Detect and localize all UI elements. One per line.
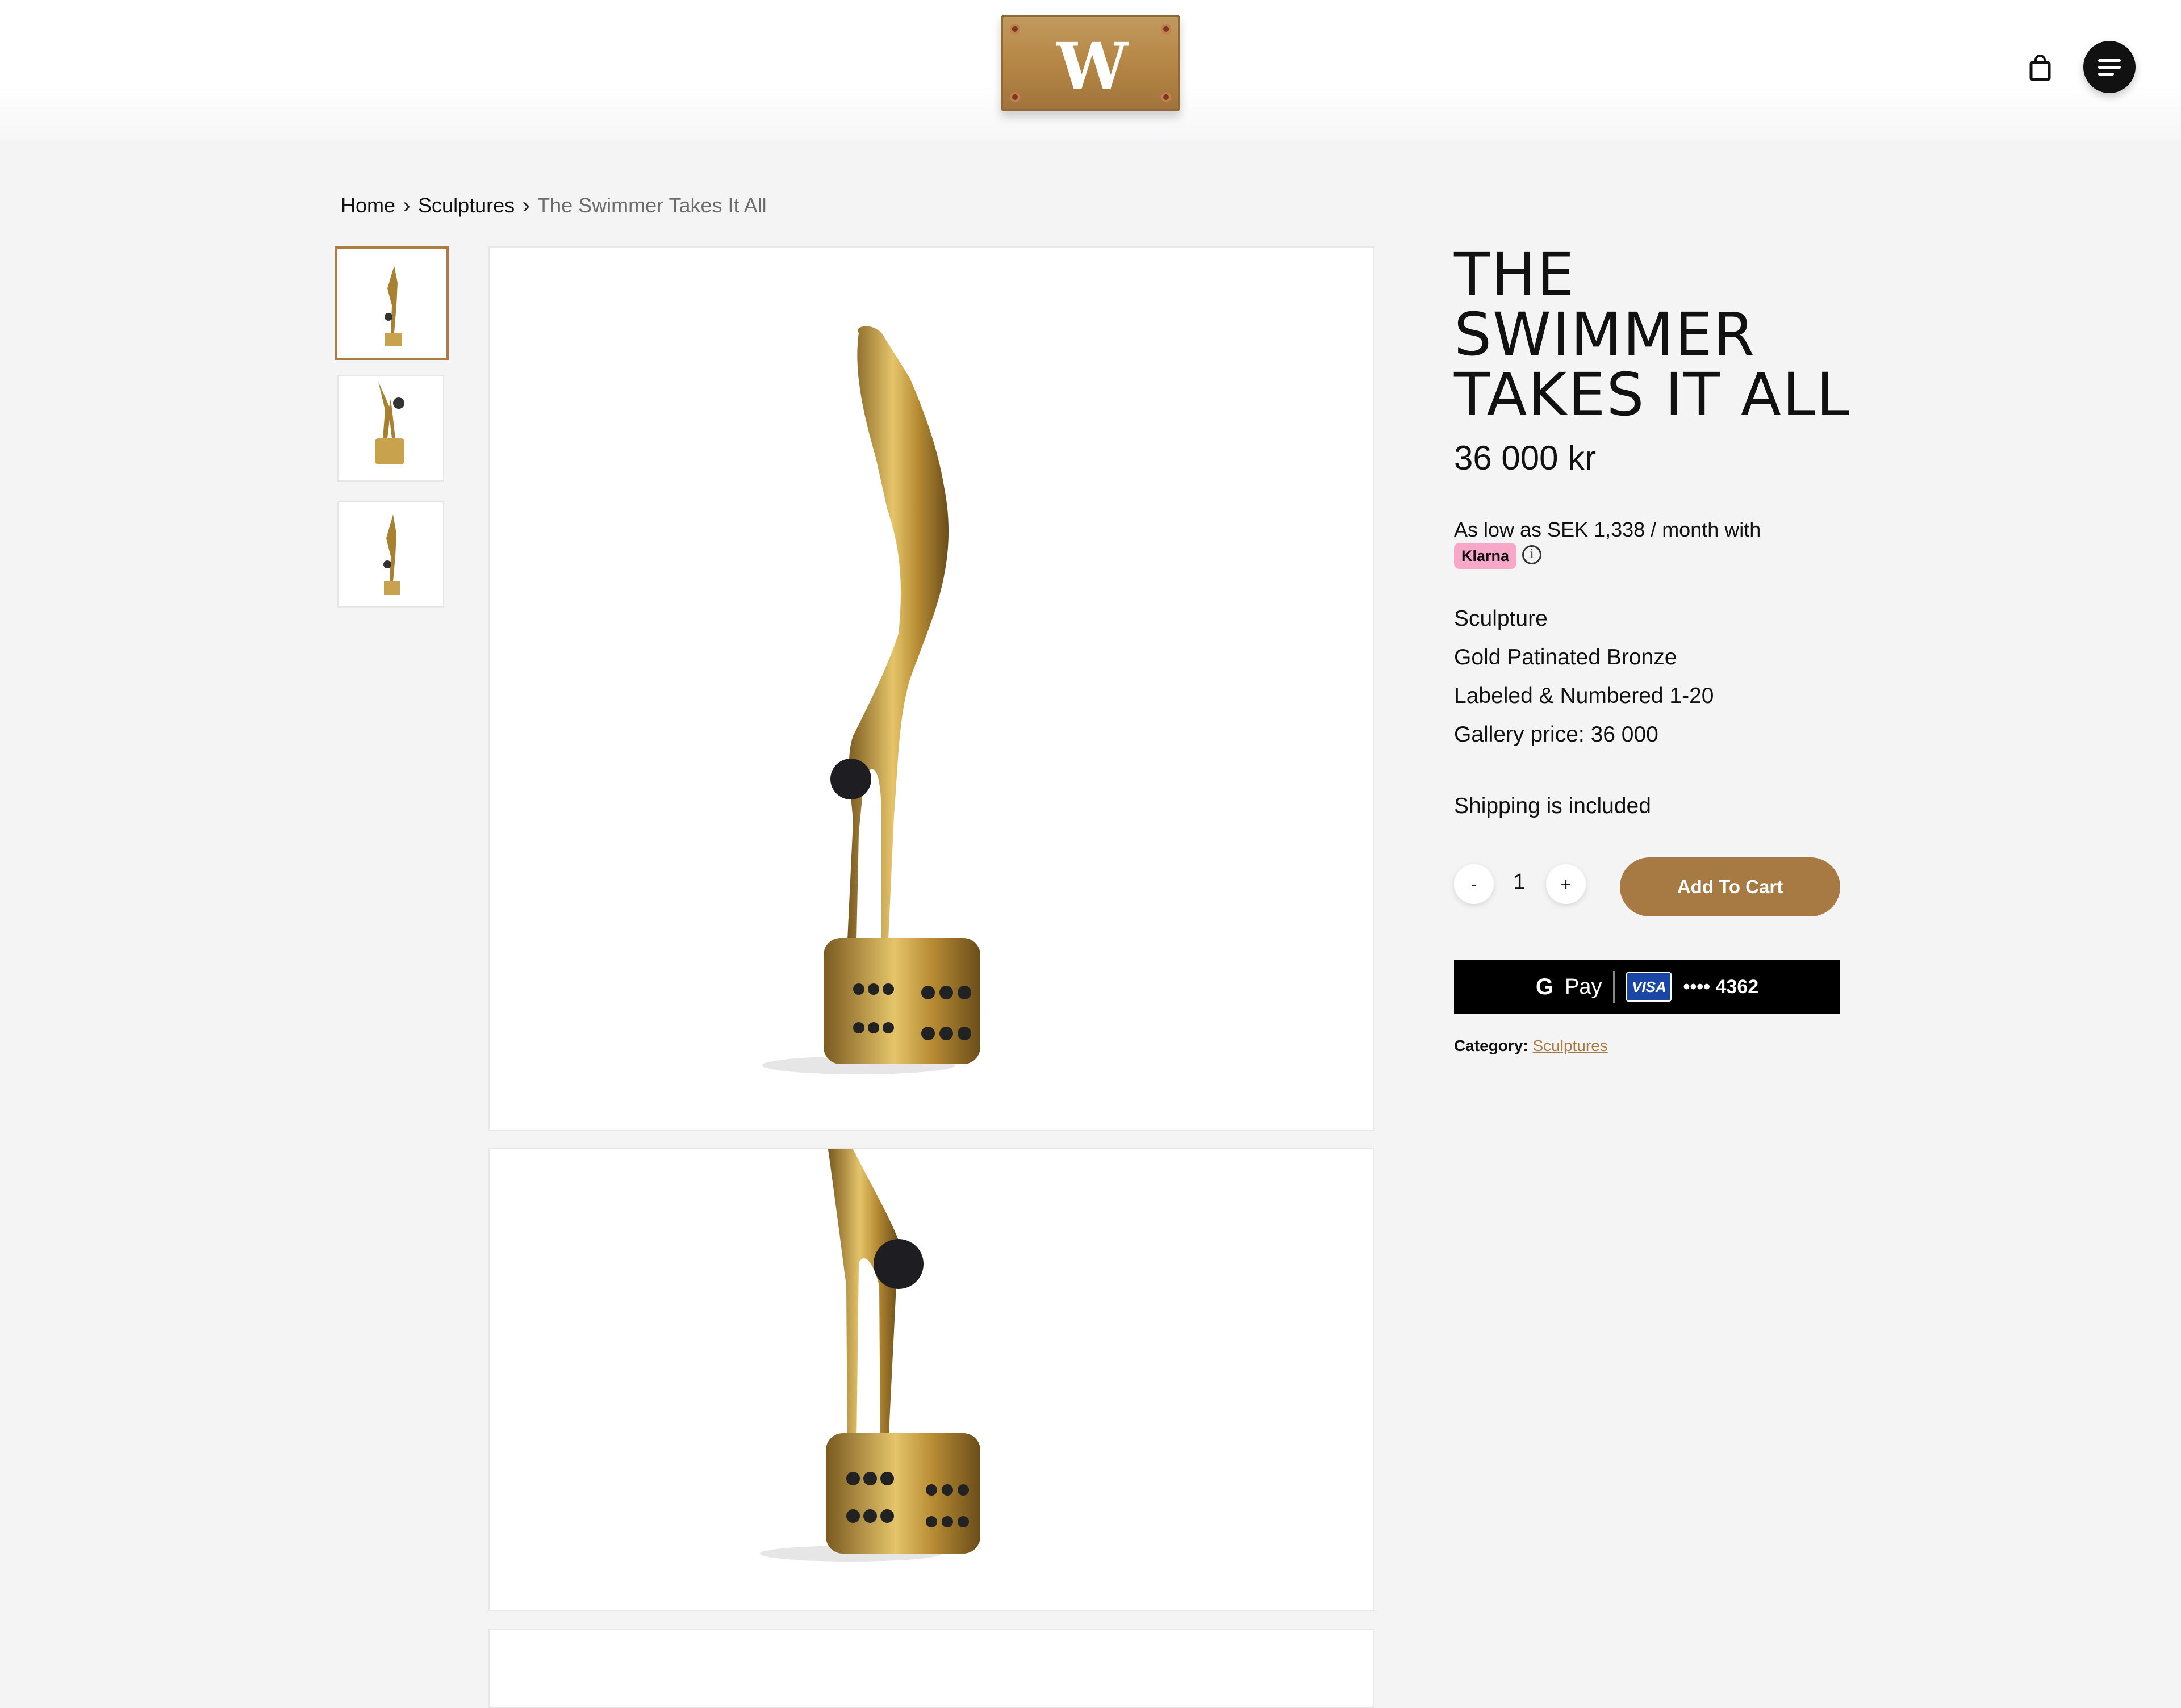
quantity-decrease-button[interactable]: -: [1454, 864, 1494, 904]
hamburger-menu-icon: [2098, 66, 2121, 69]
sculpture-thumbnail-image: [385, 266, 402, 346]
product-image-main[interactable]: [488, 246, 1374, 1131]
gpay-divider: [1613, 971, 1615, 1003]
product-image-tertiary[interactable]: [488, 1629, 1374, 1708]
hamburger-menu-icon: [2098, 73, 2114, 76]
breadcrumb-home[interactable]: Home: [341, 194, 395, 217]
google-pay-button[interactable]: G Pay VISA •••• 4362: [1454, 960, 1840, 1014]
hamburger-menu-icon: [2098, 59, 2121, 62]
gpay-label: Pay: [1564, 974, 1602, 999]
info-icon[interactable]: i: [1522, 545, 1541, 564]
site-logo[interactable]: W: [1001, 15, 1180, 111]
shopping-bag-icon[interactable]: [2029, 55, 2052, 81]
quantity-increase-button[interactable]: +: [1546, 864, 1586, 904]
google-g-icon: G: [1535, 974, 1553, 999]
product-thumbnail[interactable]: [335, 246, 449, 360]
product-category: Category: Sculptures: [1454, 1037, 1608, 1055]
sculpture-image: [762, 326, 980, 1074]
chevron-right-icon: ›: [403, 192, 411, 218]
shipping-info: Shipping is included: [1454, 794, 1651, 818]
visa-card-icon: VISA: [1626, 972, 1672, 1002]
breadcrumb-current: The Swimmer Takes It All: [537, 194, 767, 217]
klarna-financing-text: As low as SEK 1,338 / month with: [1454, 518, 1761, 541]
sculpture-thumbnail-image: [383, 514, 400, 595]
breadcrumb-sculptures[interactable]: Sculptures: [418, 194, 515, 217]
quantity-input[interactable]: 1: [1505, 870, 1534, 894]
logo-letter: W: [1056, 30, 1128, 104]
product-detail-gallery-price: Gallery price: 36 000: [1454, 722, 1658, 747]
sculpture-thumbnail-image: [375, 382, 404, 464]
product-title: THE SWIMMER TAKES IT ALL: [1454, 240, 1850, 429]
product-thumbnail[interactable]: [337, 375, 444, 482]
sculpture-image: [760, 1149, 980, 1562]
add-to-cart-button[interactable]: Add To Cart: [1620, 857, 1840, 916]
category-link[interactable]: Sculptures: [1532, 1037, 1607, 1054]
menu-button[interactable]: [2083, 41, 2136, 93]
product-price: 36 000 kr: [1454, 439, 1597, 477]
site-header: W: [0, 0, 2181, 141]
category-label: Category:: [1454, 1037, 1528, 1054]
chevron-right-icon: ›: [522, 192, 530, 218]
product-detail-edition: Labeled & Numbered 1-20: [1454, 684, 1714, 708]
product-image-secondary[interactable]: [488, 1148, 1374, 1611]
saved-card-number: •••• 4362: [1683, 976, 1759, 998]
product-detail-material: Gold Patinated Bronze: [1454, 645, 1677, 669]
klarna-badge: Klarna: [1454, 543, 1516, 569]
product-detail-type: Sculpture: [1454, 606, 1548, 631]
product-thumbnail[interactable]: [337, 501, 444, 608]
breadcrumb: Home › Sculptures › The Swimmer Takes It…: [341, 191, 767, 220]
